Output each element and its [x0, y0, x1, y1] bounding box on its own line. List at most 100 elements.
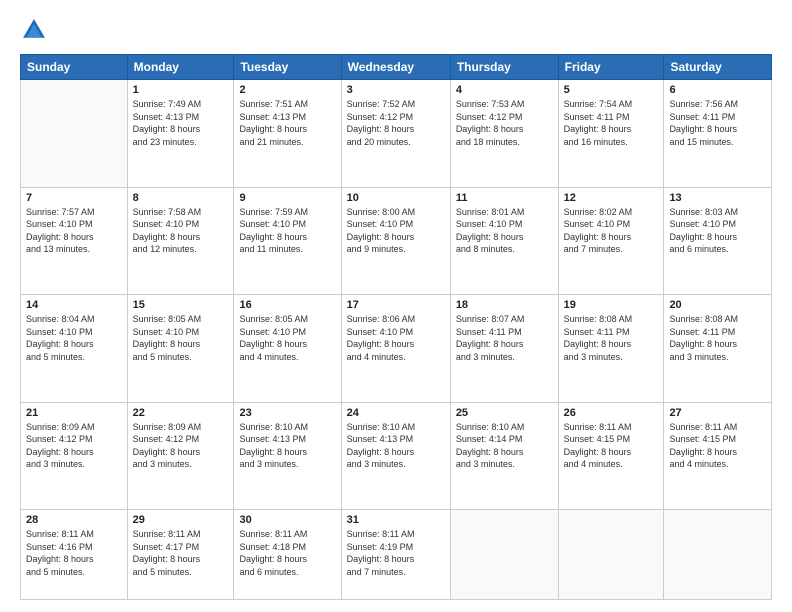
logo-icon — [20, 16, 48, 44]
week-row-5: 28 Sunrise: 8:11 AM Sunset: 4:16 PM Dayli… — [21, 510, 772, 600]
day-info: Sunrise: 8:09 AM Sunset: 4:12 PM Dayligh… — [133, 421, 229, 471]
calendar-cell: 6 Sunrise: 7:56 AM Sunset: 4:11 PM Daylig… — [664, 80, 772, 188]
day-number: 22 — [133, 407, 229, 419]
day-number: 27 — [669, 407, 766, 419]
calendar-cell: 26 Sunrise: 8:11 AM Sunset: 4:15 PM Dayli… — [558, 402, 664, 510]
day-info: Sunrise: 7:58 AM Sunset: 4:10 PM Dayligh… — [133, 206, 229, 256]
day-number: 16 — [239, 299, 335, 311]
weekday-header-monday: Monday — [127, 55, 234, 80]
day-info: Sunrise: 7:59 AM Sunset: 4:10 PM Dayligh… — [239, 206, 335, 256]
calendar-table: SundayMondayTuesdayWednesdayThursdayFrid… — [20, 54, 772, 600]
logo — [20, 16, 52, 44]
calendar-cell — [450, 510, 558, 600]
day-info: Sunrise: 8:06 AM Sunset: 4:10 PM Dayligh… — [347, 313, 445, 363]
day-number: 4 — [456, 84, 553, 96]
day-number: 15 — [133, 299, 229, 311]
day-number: 3 — [347, 84, 445, 96]
day-info: Sunrise: 8:05 AM Sunset: 4:10 PM Dayligh… — [239, 313, 335, 363]
header — [20, 16, 772, 44]
calendar-cell: 30Sunrise: 8:11 AM Sunset: 4:18 PM Dayli… — [234, 510, 341, 600]
day-info: Sunrise: 8:02 AM Sunset: 4:10 PM Dayligh… — [564, 206, 659, 256]
weekday-header-thursday: Thursday — [450, 55, 558, 80]
day-info: Sunrise: 8:11 AM Sunset: 4:17 PM Dayligh… — [133, 528, 229, 578]
day-number: 6 — [669, 84, 766, 96]
day-info: Sunrise: 8:05 AM Sunset: 4:10 PM Dayligh… — [133, 313, 229, 363]
calendar-cell: 29Sunrise: 8:11 AM Sunset: 4:17 PM Dayli… — [127, 510, 234, 600]
day-info: Sunrise: 7:51 AM Sunset: 4:13 PM Dayligh… — [239, 98, 335, 148]
calendar-cell: 20 Sunrise: 8:08 AM Sunset: 4:11 PM Dayli… — [664, 295, 772, 403]
calendar-cell: 1 Sunrise: 7:49 AM Sunset: 4:13 PM Daylig… — [127, 80, 234, 188]
day-info: Sunrise: 7:54 AM Sunset: 4:11 PM Dayligh… — [564, 98, 659, 148]
week-row-1: 1 Sunrise: 7:49 AM Sunset: 4:13 PM Daylig… — [21, 80, 772, 188]
day-number: 14 — [26, 299, 122, 311]
weekday-header-row: SundayMondayTuesdayWednesdayThursdayFrid… — [21, 55, 772, 80]
day-number: 20 — [669, 299, 766, 311]
calendar-cell: 4 Sunrise: 7:53 AM Sunset: 4:12 PM Daylig… — [450, 80, 558, 188]
calendar-cell — [21, 80, 128, 188]
weekday-header-wednesday: Wednesday — [341, 55, 450, 80]
calendar-cell — [664, 510, 772, 600]
weekday-header-tuesday: Tuesday — [234, 55, 341, 80]
day-number: 7 — [26, 192, 122, 204]
day-number: 8 — [133, 192, 229, 204]
calendar-cell: 9 Sunrise: 7:59 AM Sunset: 4:10 PM Daylig… — [234, 187, 341, 295]
day-number: 9 — [239, 192, 335, 204]
day-info: Sunrise: 8:08 AM Sunset: 4:11 PM Dayligh… — [669, 313, 766, 363]
day-number: 2 — [239, 84, 335, 96]
calendar-cell: 27 Sunrise: 8:11 AM Sunset: 4:15 PM Dayli… — [664, 402, 772, 510]
day-info: Sunrise: 8:11 AM Sunset: 4:15 PM Dayligh… — [564, 421, 659, 471]
day-info: Sunrise: 8:11 AM Sunset: 4:18 PM Dayligh… — [239, 528, 335, 578]
day-number: 17 — [347, 299, 445, 311]
day-number: 1 — [133, 84, 229, 96]
calendar-cell: 15 Sunrise: 8:05 AM Sunset: 4:10 PM Dayli… — [127, 295, 234, 403]
weekday-header-friday: Friday — [558, 55, 664, 80]
day-info: Sunrise: 7:53 AM Sunset: 4:12 PM Dayligh… — [456, 98, 553, 148]
day-info: Sunrise: 7:56 AM Sunset: 4:11 PM Dayligh… — [669, 98, 766, 148]
calendar-cell: 16 Sunrise: 8:05 AM Sunset: 4:10 PM Dayli… — [234, 295, 341, 403]
day-number: 28 — [26, 514, 122, 526]
day-number: 13 — [669, 192, 766, 204]
day-info: Sunrise: 8:03 AM Sunset: 4:10 PM Dayligh… — [669, 206, 766, 256]
calendar-cell: 31 Sunrise: 8:11 AM Sunset: 4:19 PM Dayli… — [341, 510, 450, 600]
calendar-cell: 28 Sunrise: 8:11 AM Sunset: 4:16 PM Dayli… — [21, 510, 128, 600]
day-number: 11 — [456, 192, 553, 204]
day-number: 26 — [564, 407, 659, 419]
week-row-2: 7Sunrise: 7:57 AM Sunset: 4:10 PM Daylig… — [21, 187, 772, 295]
calendar-cell — [558, 510, 664, 600]
calendar-cell: 25 Sunrise: 8:10 AM Sunset: 4:14 PM Dayli… — [450, 402, 558, 510]
day-number: 31 — [347, 514, 445, 526]
calendar-cell: 24Sunrise: 8:10 AM Sunset: 4:13 PM Dayli… — [341, 402, 450, 510]
calendar-cell: 22 Sunrise: 8:09 AM Sunset: 4:12 PM Dayli… — [127, 402, 234, 510]
calendar-cell: 18Sunrise: 8:07 AM Sunset: 4:11 PM Dayli… — [450, 295, 558, 403]
day-number: 23 — [239, 407, 335, 419]
weekday-header-sunday: Sunday — [21, 55, 128, 80]
calendar-cell: 7Sunrise: 7:57 AM Sunset: 4:10 PM Daylig… — [21, 187, 128, 295]
day-number: 12 — [564, 192, 659, 204]
calendar-cell: 8 Sunrise: 7:58 AM Sunset: 4:10 PM Daylig… — [127, 187, 234, 295]
calendar-cell: 12 Sunrise: 8:02 AM Sunset: 4:10 PM Dayli… — [558, 187, 664, 295]
calendar-cell: 10Sunrise: 8:00 AM Sunset: 4:10 PM Dayli… — [341, 187, 450, 295]
weekday-header-saturday: Saturday — [664, 55, 772, 80]
calendar-cell: 11 Sunrise: 8:01 AM Sunset: 4:10 PM Dayli… — [450, 187, 558, 295]
day-info: Sunrise: 8:11 AM Sunset: 4:19 PM Dayligh… — [347, 528, 445, 578]
day-info: Sunrise: 8:10 AM Sunset: 4:14 PM Dayligh… — [456, 421, 553, 471]
day-number: 21 — [26, 407, 122, 419]
calendar-cell: 19Sunrise: 8:08 AM Sunset: 4:11 PM Dayli… — [558, 295, 664, 403]
day-info: Sunrise: 7:49 AM Sunset: 4:13 PM Dayligh… — [133, 98, 229, 148]
day-number: 5 — [564, 84, 659, 96]
day-info: Sunrise: 8:04 AM Sunset: 4:10 PM Dayligh… — [26, 313, 122, 363]
day-info: Sunrise: 8:01 AM Sunset: 4:10 PM Dayligh… — [456, 206, 553, 256]
day-info: Sunrise: 8:11 AM Sunset: 4:15 PM Dayligh… — [669, 421, 766, 471]
day-number: 25 — [456, 407, 553, 419]
day-info: Sunrise: 8:10 AM Sunset: 4:13 PM Dayligh… — [347, 421, 445, 471]
page: SundayMondayTuesdayWednesdayThursdayFrid… — [0, 0, 792, 612]
calendar-cell: 14 Sunrise: 8:04 AM Sunset: 4:10 PM Dayli… — [21, 295, 128, 403]
calendar-cell: 17 Sunrise: 8:06 AM Sunset: 4:10 PM Dayli… — [341, 295, 450, 403]
week-row-4: 21 Sunrise: 8:09 AM Sunset: 4:12 PM Dayli… — [21, 402, 772, 510]
day-info: Sunrise: 8:09 AM Sunset: 4:12 PM Dayligh… — [26, 421, 122, 471]
day-info: Sunrise: 8:11 AM Sunset: 4:16 PM Dayligh… — [26, 528, 122, 578]
calendar-cell: 5 Sunrise: 7:54 AM Sunset: 4:11 PM Daylig… — [558, 80, 664, 188]
week-row-3: 14 Sunrise: 8:04 AM Sunset: 4:10 PM Dayli… — [21, 295, 772, 403]
calendar-cell: 3Sunrise: 7:52 AM Sunset: 4:12 PM Daylig… — [341, 80, 450, 188]
calendar-cell: 21 Sunrise: 8:09 AM Sunset: 4:12 PM Dayli… — [21, 402, 128, 510]
